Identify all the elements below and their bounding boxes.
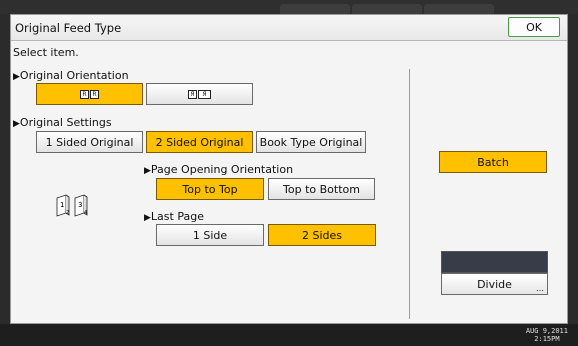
top-to-top-button[interactable]: Top to Top (156, 178, 264, 200)
two-sided-original-button[interactable]: 2 Sided Original (146, 131, 253, 153)
orientation-readable-button[interactable]: RR (36, 83, 143, 105)
status-date: AUG 9,2011 (525, 327, 568, 335)
page-1-front-number: 1 (60, 201, 64, 209)
triangle-icon: ▶ (13, 72, 20, 82)
divide-label: Divide (477, 277, 512, 291)
dialog-title: Original Feed Type (15, 21, 122, 35)
settings-heading: ▶Original Settings (13, 116, 112, 129)
page-3-back-number: 4 (84, 210, 87, 216)
divide-button[interactable]: Divide … (441, 273, 548, 295)
date-time: AUG 9,2011 2:15PM (526, 327, 568, 343)
page-1-2-icon: 1 2 (56, 194, 70, 217)
more-icon: … (536, 284, 544, 293)
one-sided-original-button[interactable]: 1 Sided Original (36, 131, 143, 153)
settings-label: Original Settings (19, 116, 112, 129)
page-opening-label: Page Opening Orientation (150, 163, 294, 176)
orientation-label: Original Orientation (19, 69, 129, 82)
select-item-label: Select item. (13, 46, 79, 59)
page-opening-heading: ▶Page Opening Orientation (144, 163, 293, 176)
top-to-bottom-button[interactable]: Top to Bottom (268, 178, 375, 200)
ok-button[interactable]: OK (508, 17, 560, 37)
triangle-icon: ▶ (13, 119, 20, 129)
book-type-original-button[interactable]: Book Type Original (256, 131, 366, 153)
vertical-divider (409, 69, 410, 319)
status-time: 2:15PM (534, 335, 560, 343)
unreadable-orientation-icon: ЯЯ (188, 89, 211, 99)
orientation-unreadable-button[interactable]: ЯЯ (146, 83, 253, 105)
page-3-4-icon: 3 4 (74, 194, 88, 217)
two-sides-button[interactable]: 2 Sides (268, 224, 376, 246)
status-bar: AUG 9,2011 2:15PM (0, 324, 578, 346)
one-side-button[interactable]: 1 Side (156, 224, 264, 246)
readable-orientation-icon: RR (80, 89, 99, 99)
triangle-icon: ▶ (144, 213, 151, 223)
dialog-panel: Original Feed Type OK Select item. ▶Orig… (10, 14, 568, 324)
top-strip (0, 0, 578, 14)
divide-status-area (441, 251, 548, 273)
top-tab (424, 4, 494, 14)
top-tab (352, 4, 422, 14)
top-tab (280, 4, 350, 14)
orientation-heading: ▶Original Orientation (13, 69, 129, 82)
title-bar: Original Feed Type OK (11, 15, 567, 41)
triangle-icon: ▶ (144, 166, 151, 176)
batch-button[interactable]: Batch (439, 151, 547, 173)
page-1-back-number: 2 (66, 210, 69, 216)
last-page-label: Last Page (150, 210, 204, 223)
last-page-heading: ▶Last Page (144, 210, 204, 223)
page-3-front-number: 3 (78, 201, 82, 209)
